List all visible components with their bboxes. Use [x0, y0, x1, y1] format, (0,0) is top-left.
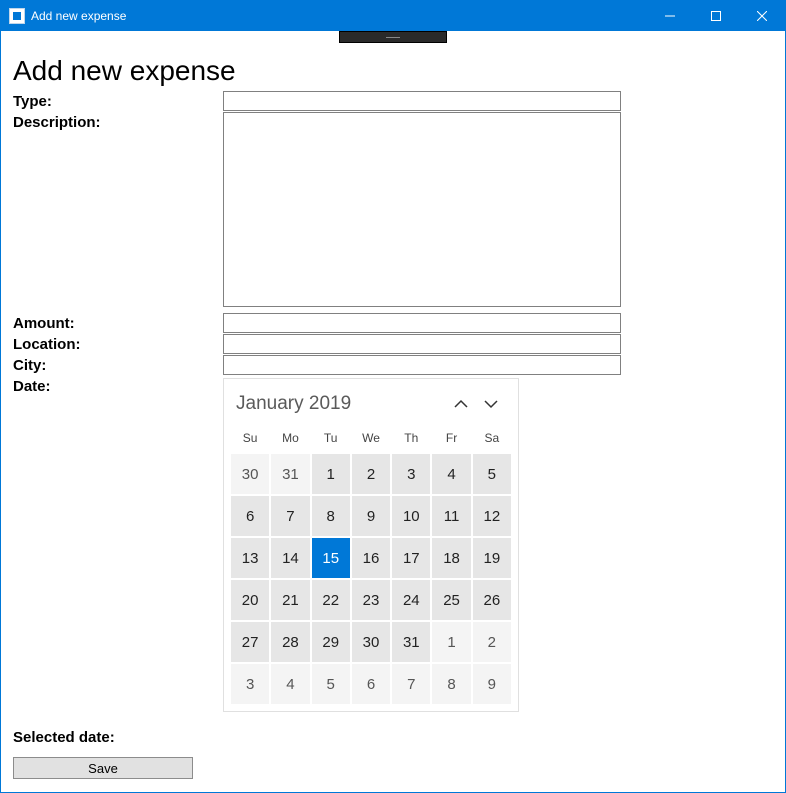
calendar-day[interactable]: 4 — [431, 453, 471, 495]
calendar-day[interactable]: 26 — [472, 579, 512, 621]
calendar-day[interactable]: 2 — [472, 621, 512, 663]
calendar-day[interactable]: 6 — [230, 495, 270, 537]
app-icon — [9, 8, 25, 24]
expense-form: Type: Description: Amount: Location: Cit… — [13, 91, 773, 713]
calendar-day[interactable]: 29 — [311, 621, 351, 663]
description-label: Description: — [13, 112, 223, 133]
type-input[interactable] — [223, 91, 621, 111]
calendar-day[interactable]: 3 — [230, 663, 270, 705]
city-input[interactable] — [223, 355, 621, 375]
amount-input[interactable] — [223, 313, 621, 333]
calendar-day[interactable]: 18 — [431, 537, 471, 579]
calendar-day-header: Fr — [431, 427, 471, 449]
calendar-grid: 3031123456789101112131415161718192021222… — [224, 453, 518, 711]
calendar-day[interactable]: 23 — [351, 579, 391, 621]
calendar-day[interactable]: 27 — [230, 621, 270, 663]
calendar-day[interactable]: 12 — [472, 495, 512, 537]
calendar-day[interactable]: 15 — [311, 537, 351, 579]
calendar-day[interactable]: 30 — [230, 453, 270, 495]
calendar-day-header: Sa — [472, 427, 512, 449]
calendar-day-header: Th — [391, 427, 431, 449]
save-button[interactable]: Save — [13, 757, 193, 779]
calendar-day-header: Tu — [311, 427, 351, 449]
window-title: Add new expense — [31, 9, 126, 23]
calendar-day[interactable]: 1 — [431, 621, 471, 663]
city-label: City: — [13, 355, 223, 376]
calendar-day[interactable]: 1 — [311, 453, 351, 495]
calendar-day[interactable]: 16 — [351, 537, 391, 579]
client-area: Add new expense Type: Description: Amoun… — [1, 31, 785, 792]
calendar-day[interactable]: 13 — [230, 537, 270, 579]
calendar-day[interactable]: 22 — [311, 579, 351, 621]
calendar-day[interactable]: 20 — [230, 579, 270, 621]
calendar-day[interactable]: 8 — [311, 495, 351, 537]
chevron-down-icon — [483, 398, 499, 410]
titlebar: Add new expense — [1, 1, 785, 31]
calendar-day[interactable]: 17 — [391, 537, 431, 579]
calendar-day[interactable]: 10 — [391, 495, 431, 537]
calendar-day[interactable]: 11 — [431, 495, 471, 537]
calendar-day[interactable]: 7 — [270, 495, 310, 537]
calendar-prev-button[interactable] — [446, 389, 476, 419]
amount-label: Amount: — [13, 313, 223, 334]
calendar-day-headers: SuMoTuWeThFrSa — [224, 425, 518, 453]
calendar-day-header: We — [351, 427, 391, 449]
date-calendar: January 2019 SuMoTuWeThFrSa 303112345678… — [223, 378, 519, 712]
calendar-day-header: Su — [230, 427, 270, 449]
calendar-day[interactable]: 5 — [472, 453, 512, 495]
calendar-day[interactable]: 7 — [391, 663, 431, 705]
calendar-day[interactable]: 8 — [431, 663, 471, 705]
location-label: Location: — [13, 334, 223, 355]
calendar-month-title[interactable]: January 2019 — [236, 393, 446, 415]
calendar-day[interactable]: 4 — [270, 663, 310, 705]
close-button[interactable] — [739, 1, 785, 31]
date-label: Date: — [13, 376, 223, 397]
maximize-button[interactable] — [693, 1, 739, 31]
minimize-button[interactable] — [647, 1, 693, 31]
calendar-day[interactable]: 9 — [351, 495, 391, 537]
tablet-handle-icon — [339, 31, 447, 43]
calendar-day[interactable]: 2 — [351, 453, 391, 495]
type-label: Type: — [13, 91, 223, 112]
calendar-day[interactable]: 24 — [391, 579, 431, 621]
calendar-day[interactable]: 21 — [270, 579, 310, 621]
calendar-day-header: Mo — [270, 427, 310, 449]
location-input[interactable] — [223, 334, 621, 354]
selected-date-label: Selected date: — [13, 729, 115, 746]
calendar-day[interactable]: 14 — [270, 537, 310, 579]
calendar-day[interactable]: 3 — [391, 453, 431, 495]
calendar-day[interactable]: 30 — [351, 621, 391, 663]
app-window: Add new expense Add new expense Type: De… — [0, 0, 786, 793]
chevron-up-icon — [453, 398, 469, 410]
calendar-day[interactable]: 9 — [472, 663, 512, 705]
description-input[interactable] — [223, 112, 621, 307]
calendar-day[interactable]: 5 — [311, 663, 351, 705]
calendar-day[interactable]: 31 — [270, 453, 310, 495]
calendar-day[interactable]: 6 — [351, 663, 391, 705]
calendar-day[interactable]: 19 — [472, 537, 512, 579]
calendar-day[interactable]: 28 — [270, 621, 310, 663]
page-title: Add new expense — [13, 55, 773, 87]
calendar-next-button[interactable] — [476, 389, 506, 419]
calendar-day[interactable]: 31 — [391, 621, 431, 663]
calendar-day[interactable]: 25 — [431, 579, 471, 621]
